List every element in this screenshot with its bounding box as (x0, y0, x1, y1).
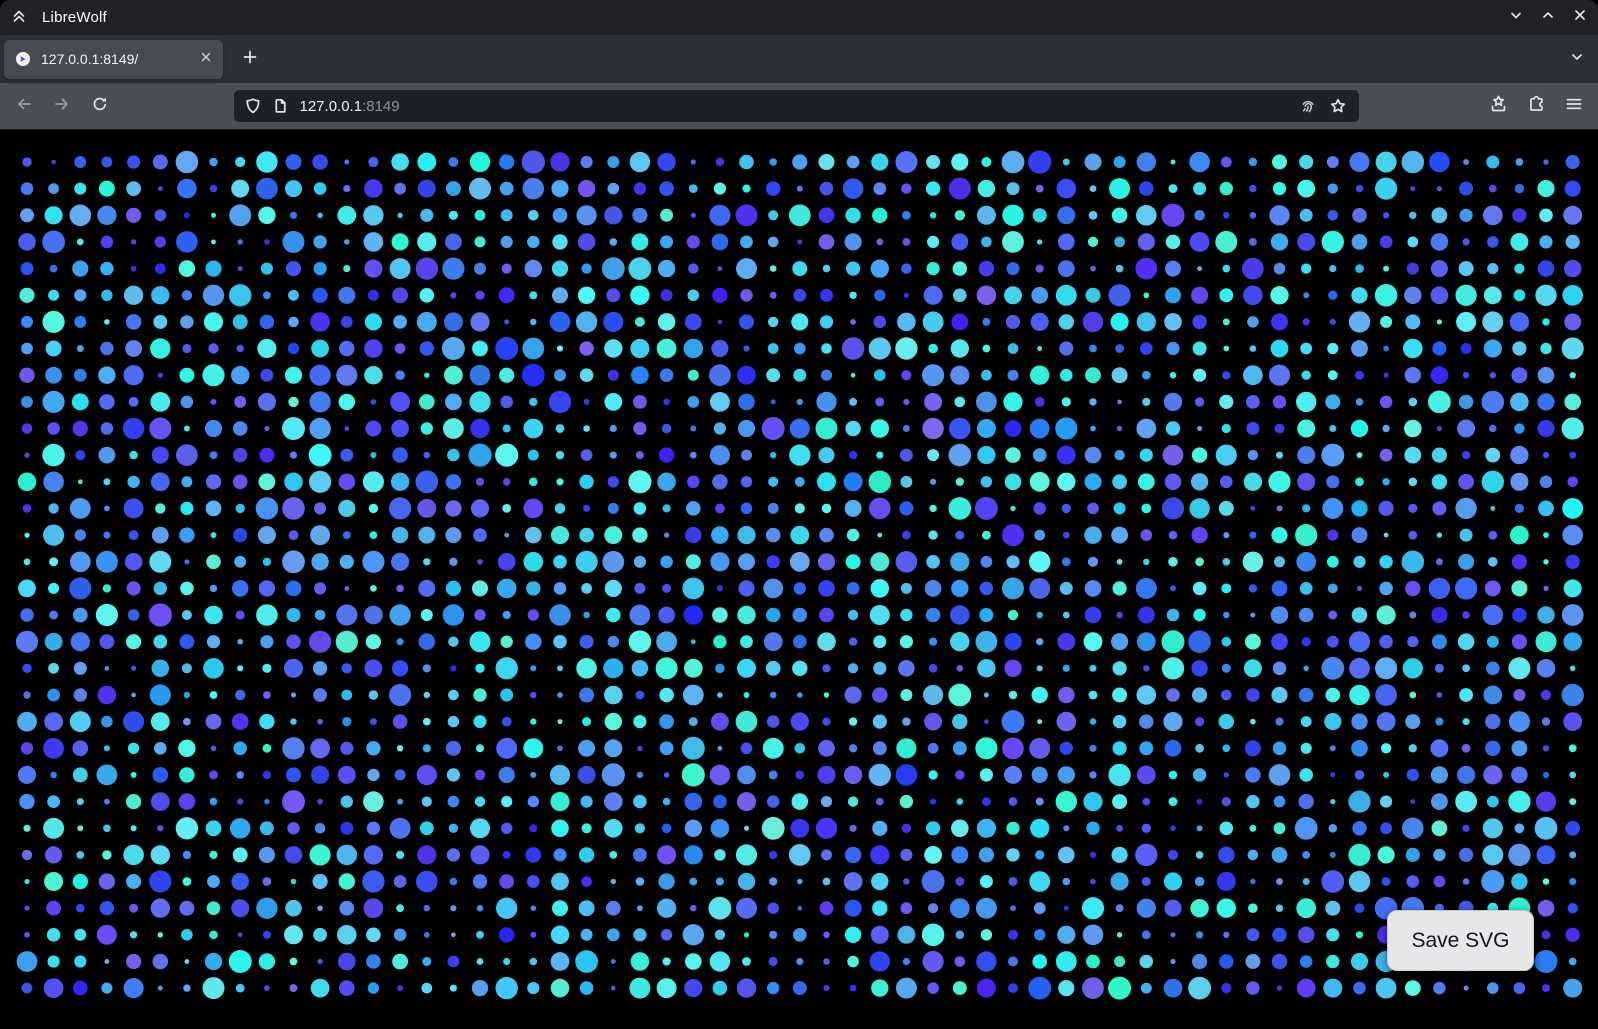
tab-close-button[interactable] (194, 47, 218, 71)
reload-button[interactable] (84, 90, 116, 122)
chevron-down-icon (1569, 49, 1585, 70)
url-port: :8149 (362, 98, 400, 115)
navigation-toolbar: 127.0.0.1:8149 (0, 83, 1598, 130)
back-button[interactable] (8, 90, 40, 122)
save-svg-button[interactable]: Save SVG (1387, 910, 1534, 971)
close-icon (1571, 6, 1589, 29)
forward-button[interactable] (46, 90, 78, 122)
star-tray-icon (1489, 94, 1508, 118)
list-all-tabs-button[interactable] (1562, 44, 1592, 74)
hamburger-icon (1565, 95, 1583, 118)
arrow-left-icon (15, 95, 33, 118)
close-window-button[interactable] (1564, 0, 1596, 35)
toolbar-right-group (1476, 90, 1590, 122)
puzzle-piece-icon (1527, 94, 1546, 118)
double-chevron-up-icon (10, 6, 28, 29)
app-menu-button[interactable] (1558, 90, 1590, 122)
maximize-button[interactable] (1532, 0, 1564, 35)
library-button[interactable] (1482, 90, 1514, 122)
url-host: 127.0.0.1 (300, 98, 363, 115)
extensions-button[interactable] (1520, 90, 1552, 122)
reload-icon (91, 95, 109, 118)
dot-field-svg (0, 130, 1598, 1028)
tab-favicon-icon (15, 51, 31, 67)
close-icon (200, 50, 212, 68)
page-viewport: Save SVG (0, 130, 1598, 1029)
new-tab-button[interactable] (235, 44, 265, 74)
window-title: LibreWolf (42, 9, 107, 26)
fingerprint-protection-icon[interactable] (1299, 97, 1317, 115)
titlebar: LibreWolf (0, 0, 1598, 35)
chevron-down-icon (1507, 6, 1525, 29)
toolbar-collapse-button[interactable] (4, 0, 34, 35)
tab-title: 127.0.0.1:8149/ (41, 51, 194, 67)
browser-window: LibreWolf 127.0.0.1:8 (0, 0, 1598, 1029)
url-text[interactable]: 127.0.0.1:8149 (300, 98, 1299, 115)
chevron-up-icon (1539, 6, 1557, 29)
bookmark-star-icon[interactable] (1329, 97, 1347, 115)
minimize-button[interactable] (1500, 0, 1532, 35)
url-bar[interactable]: 127.0.0.1:8149 (234, 90, 1359, 122)
tracking-shield-icon[interactable] (244, 97, 262, 115)
tab-active[interactable]: 127.0.0.1:8149/ (4, 40, 223, 79)
plus-icon (241, 48, 259, 71)
arrow-right-icon (53, 95, 71, 118)
page-info-icon[interactable] (272, 97, 290, 115)
tab-bar: 127.0.0.1:8149/ (0, 35, 1598, 83)
